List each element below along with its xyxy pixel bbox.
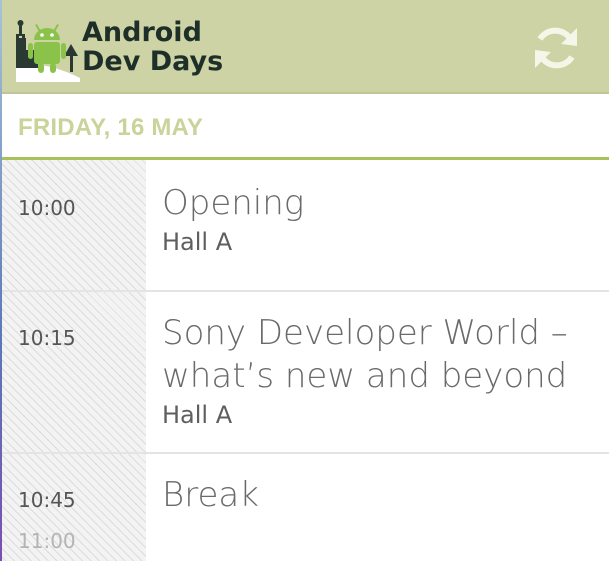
session-time-column: 10:45 11:00 (0, 454, 146, 561)
session-start-time: 10:45 (18, 488, 76, 512)
app-logo[interactable]: Android Dev Days (14, 12, 224, 82)
android-robot-with-castle-icon (14, 16, 82, 82)
session-content: Opening Hall A (162, 160, 599, 257)
session-list: 10:00 Opening Hall A 10:15 Sony Develope… (0, 160, 609, 561)
screen-edge-divider (0, 0, 2, 561)
session-time-column: 10:00 (0, 160, 146, 290)
session-start-time: 10:00 (18, 196, 76, 220)
refresh-icon (535, 27, 577, 69)
session-time-column: 10:15 (0, 292, 146, 452)
session-title: Sony Developer World – what’s new and be… (162, 313, 568, 396)
session-end-time: 11:00 (18, 529, 76, 553)
session-room: Hall A (162, 228, 233, 256)
refresh-button[interactable] (531, 22, 581, 74)
session-item[interactable]: 10:00 Opening Hall A (0, 160, 609, 292)
session-content: Break (162, 454, 599, 517)
day-header: FRIDAY, 16 MAY (0, 96, 609, 160)
app-screen: Android Dev Days FRIDAY, 16 MAY 10:00 Op… (0, 0, 609, 561)
session-start-time: 10:15 (18, 326, 76, 350)
logo-text-line2: Dev Days (82, 46, 224, 77)
action-bar: Android Dev Days (0, 0, 609, 94)
session-title: Break (162, 475, 259, 515)
session-item[interactable]: 10:15 Sony Developer World – what’s new … (0, 292, 609, 454)
logo-text-line1: Android (82, 17, 202, 48)
day-header-label: FRIDAY, 16 MAY (18, 114, 204, 141)
session-item[interactable]: 10:45 11:00 Break (0, 454, 609, 561)
session-content: Sony Developer World – what’s new and be… (162, 292, 599, 430)
session-room: Hall A (162, 401, 233, 429)
session-title: Opening (162, 183, 305, 223)
